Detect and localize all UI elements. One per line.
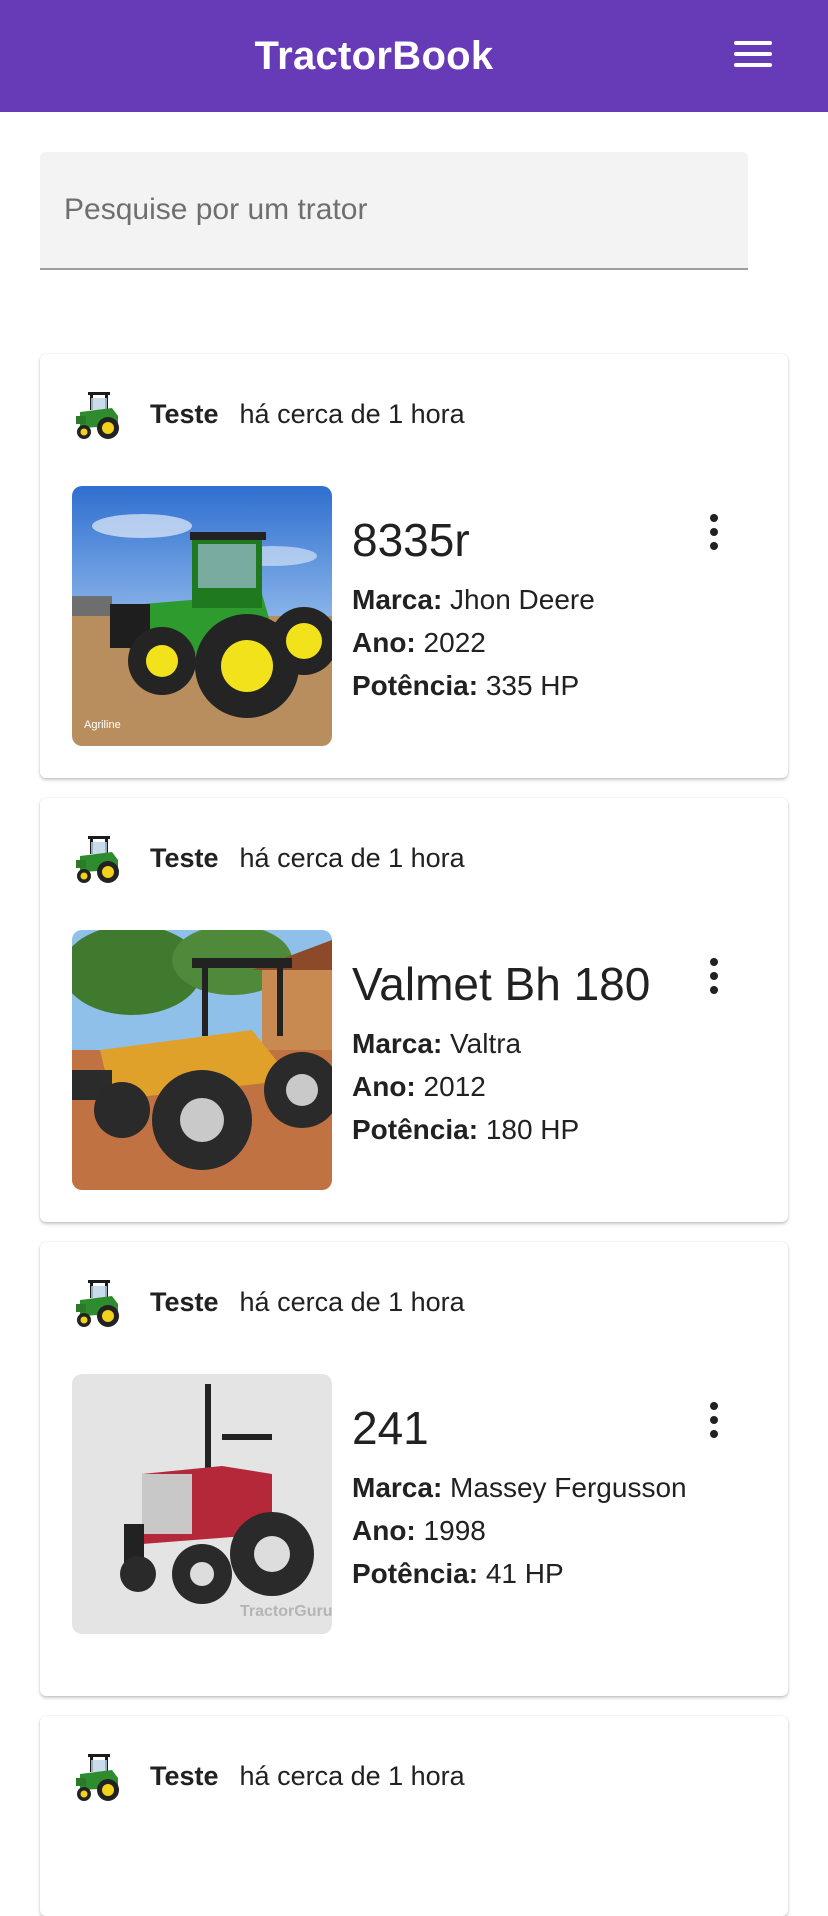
more-vert-icon xyxy=(710,542,718,550)
brand-value: Massey Fergusson xyxy=(450,1472,687,1503)
tractor-avatar-icon xyxy=(72,1748,124,1804)
search-field[interactable] xyxy=(40,152,748,270)
tractor-avatar-icon xyxy=(72,830,124,886)
more-vert-icon xyxy=(710,514,718,522)
tractor-avatar-icon xyxy=(72,386,124,442)
card-header: Teste há cerca de 1 hora xyxy=(72,1748,465,1804)
app-title: TractorBook xyxy=(254,33,494,78)
tractor-photo[interactable] xyxy=(72,930,332,1190)
search-input[interactable] xyxy=(40,152,748,268)
power-value: 180 HP xyxy=(485,1114,580,1145)
post-time: há cerca de 1 hora xyxy=(239,1760,465,1791)
more-vert-icon xyxy=(710,528,718,536)
tractor-model: 241 xyxy=(352,1402,429,1454)
year-row: Ano: 1998 xyxy=(352,1509,712,1552)
power-label: Potência: xyxy=(352,1114,479,1145)
tractor-photo-image: TractorGuru xyxy=(72,1374,332,1634)
tractor-card: Teste há cerca de 1 hora xyxy=(40,1716,788,1916)
more-options-button[interactable] xyxy=(702,514,726,550)
post-time: há cerca de 1 hora xyxy=(239,1286,465,1317)
author-name: Teste xyxy=(150,842,219,873)
tractor-info: 8335r Marca: Jhon Deere Ano: 2022 Potênc… xyxy=(352,512,712,707)
tractor-info: Valmet Bh 180 Marca: Valtra Ano: 2012 Po… xyxy=(352,956,712,1151)
author-name: Teste xyxy=(150,1760,219,1791)
power-row: Potência: 335 HP xyxy=(352,664,712,707)
year-label: Ano: xyxy=(352,627,416,658)
tractor-model: 8335r xyxy=(352,514,470,566)
power-label: Potência: xyxy=(352,670,479,701)
brand-value: Jhon Deere xyxy=(450,584,595,615)
tractor-avatar-icon xyxy=(72,1274,124,1330)
power-value: 335 HP xyxy=(485,670,580,701)
more-vert-icon xyxy=(710,958,718,966)
card-header: Teste há cerca de 1 hora xyxy=(72,1274,465,1330)
more-vert-icon xyxy=(710,986,718,994)
tractor-photo-image: Agriline xyxy=(72,486,332,746)
brand-row: Marca: Massey Fergusson xyxy=(352,1466,712,1509)
author-name: Teste xyxy=(150,398,219,429)
brand-value: Valtra xyxy=(450,1028,522,1059)
more-vert-icon xyxy=(710,972,718,980)
tractor-card: Teste há cerca de 1 hora TractorGuru 241… xyxy=(40,1242,788,1696)
more-options-button[interactable] xyxy=(702,958,726,994)
year-value: 2012 xyxy=(423,1071,486,1102)
tractor-info: 241 Marca: Massey Fergusson Ano: 1998 Po… xyxy=(352,1400,712,1595)
tractor-photo[interactable]: Agriline xyxy=(72,486,332,746)
post-time: há cerca de 1 hora xyxy=(239,398,465,429)
year-label: Ano: xyxy=(352,1071,416,1102)
app-bar: TractorBook xyxy=(0,0,828,112)
post-time: há cerca de 1 hora xyxy=(239,842,465,873)
tractor-card: Teste há cerca de 1 hora xyxy=(40,354,788,778)
more-vert-icon xyxy=(710,1430,718,1438)
more-vert-icon xyxy=(710,1402,718,1410)
card-header: Teste há cerca de 1 hora xyxy=(72,830,465,886)
brand-label: Marca: xyxy=(352,1028,443,1059)
more-vert-icon xyxy=(710,1416,718,1424)
menu-icon-bar xyxy=(734,41,772,45)
brand-label: Marca: xyxy=(352,1472,443,1503)
power-value: 41 HP xyxy=(485,1558,564,1589)
photo-watermark: TractorGuru xyxy=(240,1603,332,1620)
year-value: 2022 xyxy=(423,627,486,658)
tractor-model: Valmet Bh 180 xyxy=(352,958,651,1010)
tractor-photo[interactable]: TractorGuru xyxy=(72,1374,332,1634)
menu-icon-bar xyxy=(734,63,772,67)
power-row: Potência: 41 HP xyxy=(352,1552,712,1595)
card-header: Teste há cerca de 1 hora xyxy=(72,386,465,442)
power-row: Potência: 180 HP xyxy=(352,1108,712,1151)
more-options-button[interactable] xyxy=(702,1402,726,1438)
power-label: Potência: xyxy=(352,1558,479,1589)
photo-watermark: Agriline xyxy=(84,719,121,731)
author-name: Teste xyxy=(150,1286,219,1317)
tractor-photo-image xyxy=(72,930,332,1190)
year-row: Ano: 2012 xyxy=(352,1065,712,1108)
menu-button[interactable] xyxy=(734,41,774,71)
brand-row: Marca: Jhon Deere xyxy=(352,578,712,621)
brand-row: Marca: Valtra xyxy=(352,1022,712,1065)
tractor-card: Teste há cerca de 1 hora Valmet Bh 180 M… xyxy=(40,798,788,1222)
brand-label: Marca: xyxy=(352,584,443,615)
year-label: Ano: xyxy=(352,1515,416,1546)
year-row: Ano: 2022 xyxy=(352,621,712,664)
year-value: 1998 xyxy=(423,1515,486,1546)
menu-icon-bar xyxy=(734,52,772,56)
